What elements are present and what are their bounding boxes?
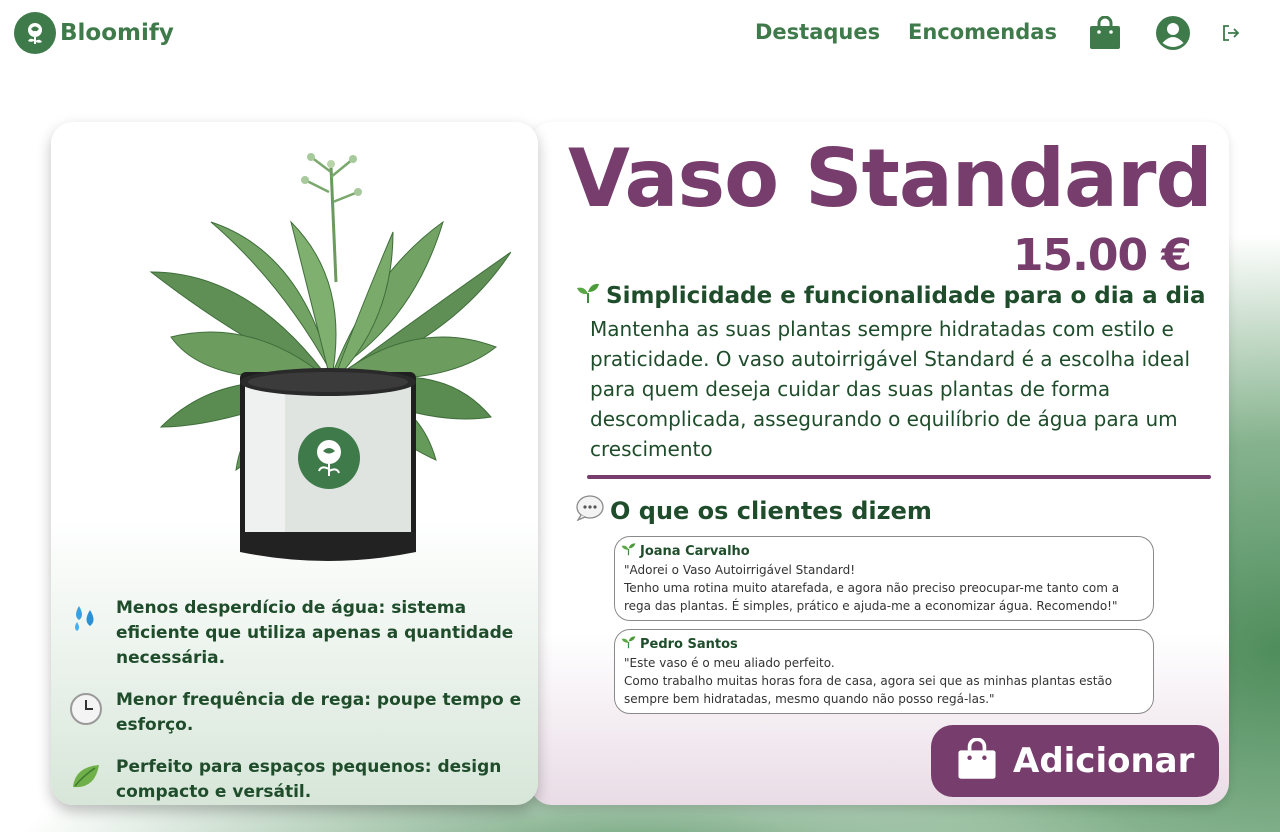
logout-icon[interactable]	[1222, 25, 1240, 45]
product-title: Vaso Standard	[568, 132, 1213, 225]
feature-text: Menos desperdício de água: sistema efici…	[116, 598, 514, 668]
shopping-bag-icon	[957, 737, 997, 784]
product-subtitle-text: Simplicidade e funcionalidade para o dia…	[606, 283, 1206, 309]
product-subtitle: Simplicidade e funcionalidade para o dia…	[576, 282, 1206, 310]
review-text: "Adorei o Vaso Autoirrigável Standard! T…	[624, 563, 1120, 613]
review-author-name: Pedro Santos	[640, 636, 738, 652]
nav-destaques-link[interactable]: Destaques	[755, 20, 880, 44]
product-image	[141, 132, 512, 582]
feature-text: Perfeito para espaços pequenos: design c…	[116, 757, 502, 802]
product-image-card: Menos desperdício de água: sistema efici…	[51, 122, 538, 805]
review-author: Pedro Santos	[621, 635, 1143, 653]
brand-logo[interactable]: Bloomify	[14, 12, 174, 54]
add-button-label: Adicionar	[1013, 741, 1195, 781]
product-details-card: Vaso Standard 15.00 € Simplicidade e fun…	[530, 122, 1229, 805]
top-navigation: Bloomify Destaques Encomendas	[0, 0, 1280, 70]
brand-name: Bloomify	[60, 20, 174, 46]
feature-item: Perfeito para espaços pequenos: design c…	[69, 755, 529, 805]
section-divider	[587, 475, 1211, 479]
add-to-cart-button[interactable]: Adicionar	[931, 725, 1219, 797]
review-text: "Este vaso é o meu aliado perfeito. Como…	[624, 656, 1113, 706]
product-price: 15.00 €	[1012, 230, 1192, 281]
feature-text: Menor frequência de rega: poupe tempo e …	[116, 690, 522, 735]
nav-encomendas-link[interactable]: Encomendas	[908, 20, 1057, 44]
user-account-icon[interactable]	[1156, 16, 1190, 54]
sprout-icon	[621, 635, 636, 653]
shopping-bag-icon[interactable]	[1089, 15, 1121, 54]
water-drops-icon	[69, 600, 103, 634]
reviews-heading: O que os clientes dizem	[576, 495, 932, 527]
rose-logo-icon	[14, 12, 56, 54]
reviews-heading-text: O que os clientes dizem	[610, 497, 932, 525]
review-card: Pedro Santos "Este vaso é o meu aliado p…	[614, 629, 1154, 714]
feature-list: Menos desperdício de água: sistema efici…	[69, 596, 529, 805]
sprout-icon	[621, 542, 636, 560]
product-description: Mantenha as suas plantas sempre hidratad…	[590, 317, 1191, 461]
feature-item: Menor frequência de rega: poupe tempo e …	[69, 688, 529, 738]
review-card: Joana Carvalho "Adorei o Vaso Autoirrigá…	[614, 536, 1154, 621]
sprout-icon	[576, 282, 600, 310]
speech-bubble-icon	[576, 495, 604, 527]
review-author-name: Joana Carvalho	[640, 543, 750, 559]
leaf-icon	[69, 759, 103, 793]
feature-item: Menos desperdício de água: sistema efici…	[69, 596, 529, 671]
review-author: Joana Carvalho	[621, 542, 1143, 560]
clock-icon	[69, 692, 103, 726]
